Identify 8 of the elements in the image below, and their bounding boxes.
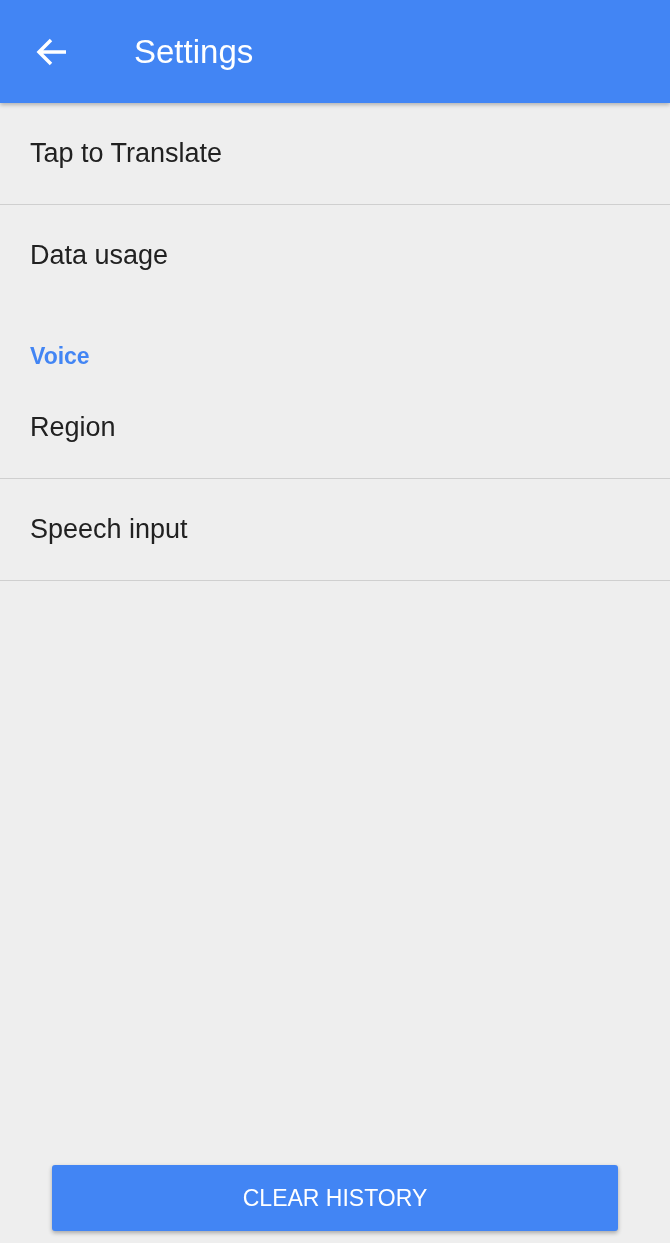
settings-item[interactable]: Tap to Translate bbox=[0, 103, 670, 205]
settings-item[interactable]: Region bbox=[0, 377, 670, 479]
back-arrow-icon[interactable] bbox=[36, 37, 68, 66]
settings-item[interactable]: Speech input bbox=[0, 479, 670, 581]
section-header: Voice bbox=[29, 342, 91, 371]
screen-title: Settings bbox=[134, 32, 254, 71]
clear-history-button[interactable]: CLEAR HISTORY bbox=[52, 1165, 618, 1231]
settings-item[interactable]: Data usage bbox=[0, 205, 670, 307]
